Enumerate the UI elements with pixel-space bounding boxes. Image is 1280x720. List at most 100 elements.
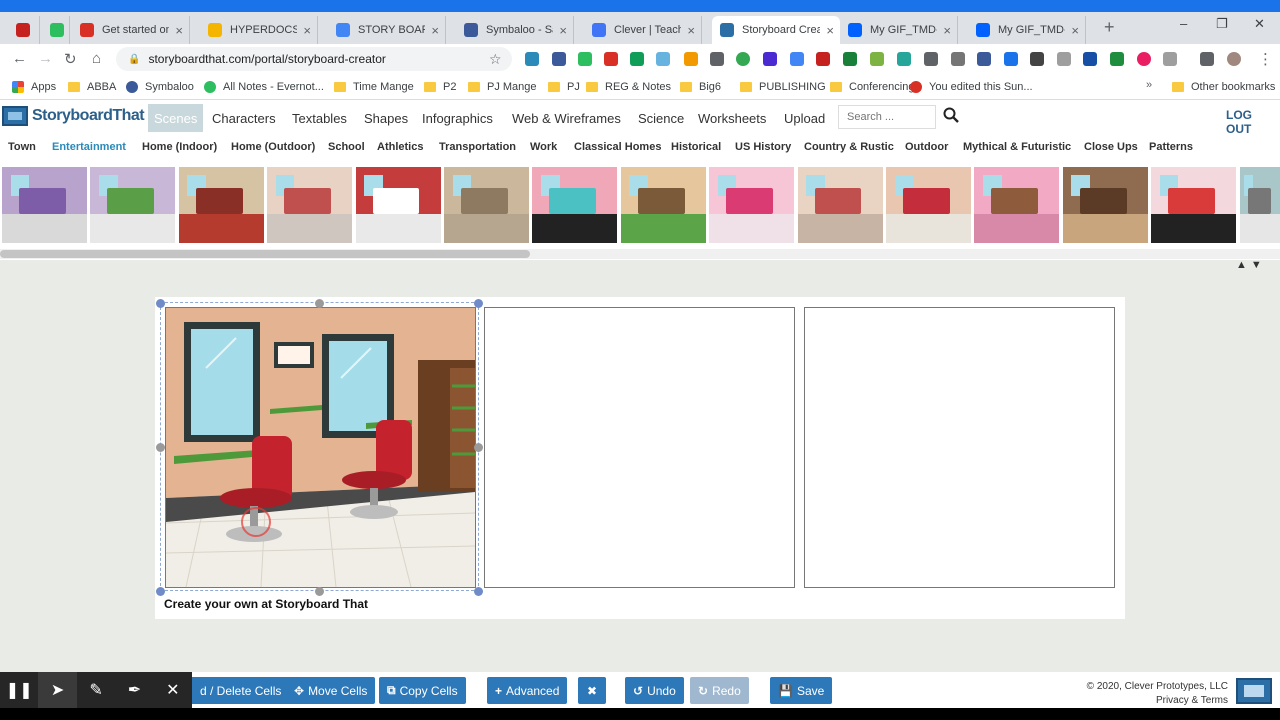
bookmark-item[interactable]: PUBLISHING [740, 79, 826, 95]
extension-icon[interactable] [525, 52, 539, 66]
bookmark-item[interactable]: PJ [548, 79, 580, 95]
restore-button[interactable]: ❐ [1216, 16, 1228, 32]
resize-handle[interactable] [156, 443, 165, 452]
close-tab-icon[interactable]: × [687, 23, 695, 38]
bookmark-item[interactable]: P2 [424, 79, 456, 95]
pen-icon[interactable]: ✎ [77, 672, 115, 708]
forward-button[interactable]: → [38, 50, 53, 67]
storyboard-cell-3[interactable] [804, 307, 1115, 588]
home-icon[interactable]: ⌂ [92, 50, 101, 67]
nav-textables[interactable]: Textables [286, 104, 353, 132]
resize-handle[interactable] [156, 587, 165, 596]
resize-handle[interactable] [156, 299, 165, 308]
extension-icon[interactable] [1110, 52, 1124, 66]
category-school[interactable]: School [328, 141, 365, 153]
bookmark-item[interactable]: REG & Notes [586, 79, 671, 95]
browser-tab[interactable]: Storyboard Crea × [712, 16, 840, 44]
browser-tab[interactable] [8, 16, 40, 44]
menu-kebab-icon[interactable]: ⋮ [1258, 50, 1273, 68]
category-transportation[interactable]: Transportation [439, 141, 516, 153]
extension-icon[interactable] [630, 52, 644, 66]
minimize-button[interactable]: – [1180, 16, 1187, 31]
bookmarks-overflow-button[interactable]: » [1146, 79, 1152, 91]
bookmark-item[interactable]: All Notes - Evernot... [204, 79, 324, 95]
privacy-terms-link[interactable]: Privacy & Terms [1084, 694, 1228, 708]
close-tab-icon[interactable]: × [826, 23, 834, 38]
back-button[interactable]: ← [12, 50, 27, 67]
scene-thumbnail[interactable] [444, 167, 529, 243]
close-tab-icon[interactable]: × [303, 23, 311, 38]
extension-icon[interactable] [843, 52, 857, 66]
extension-icon[interactable] [1083, 52, 1097, 66]
scene-thumbnail[interactable] [355, 167, 441, 243]
bookmark-item[interactable]: Time Mange [334, 79, 414, 95]
category-country-rustic[interactable]: Country & Rustic [804, 141, 894, 153]
scene-thumbnail[interactable] [1239, 167, 1280, 243]
storyboardthat-logo-icon[interactable] [1236, 678, 1272, 704]
resize-handle[interactable] [315, 587, 324, 596]
move-cells-button[interactable]: ✥ Move Cells [286, 677, 376, 704]
extension-icon[interactable] [1137, 52, 1151, 66]
other-bookmarks[interactable]: Other bookmarks [1172, 79, 1275, 95]
extension-icon[interactable] [1030, 52, 1044, 66]
nav-shapes[interactable]: Shapes [358, 104, 414, 132]
bookmark-item[interactable]: Conferencing [830, 79, 914, 95]
address-bar[interactable]: 🔒 storyboardthat.com/portal/storyboard-c… [116, 47, 512, 71]
category-home-outdoor-[interactable]: Home (Outdoor) [231, 141, 315, 153]
bookmark-item[interactable]: Apps [12, 79, 56, 95]
scene-thumbnail[interactable] [267, 167, 353, 243]
extension-icon[interactable] [1163, 52, 1177, 66]
extension-icon[interactable] [897, 52, 911, 66]
resize-handle[interactable] [474, 299, 483, 308]
scene-thumbnail[interactable] [709, 167, 795, 243]
browser-tab[interactable]: Clever | Teacher × [584, 16, 702, 44]
category-historical[interactable]: Historical [671, 141, 721, 153]
nav-worksheets[interactable]: Worksheets [692, 104, 772, 132]
browser-tab[interactable]: HYPERDOCS - Go × [200, 16, 318, 44]
category-town[interactable]: Town [8, 141, 36, 153]
advanced-button[interactable]: + Advanced [487, 677, 568, 704]
scene-thumbnail[interactable] [620, 167, 706, 243]
scene-thumbnail[interactable] [886, 167, 971, 243]
media-control-icon[interactable] [1200, 52, 1214, 66]
scene-thumbnail[interactable] [178, 167, 264, 243]
scene-thumbnail[interactable] [532, 167, 618, 243]
extension-icon[interactable] [710, 52, 724, 66]
extension-icon[interactable] [552, 52, 566, 66]
close-window-button[interactable]: ✕ [1254, 16, 1265, 32]
extension-icon[interactable] [1057, 52, 1071, 66]
extension-icon[interactable] [816, 52, 830, 66]
highlighter-icon[interactable]: ✒ [115, 672, 153, 708]
scene-thumbnail[interactable] [2, 167, 87, 243]
browser-tab[interactable]: My GIF_TMD-1.n × [968, 16, 1086, 44]
category-mythical-futuristic[interactable]: Mythical & Futuristic [963, 141, 1071, 153]
category-athletics[interactable]: Athletics [377, 141, 423, 153]
new-tab-button[interactable]: + [1104, 17, 1115, 38]
extension-icon[interactable] [684, 52, 698, 66]
resize-handle[interactable] [474, 443, 483, 452]
resize-handle[interactable] [474, 587, 483, 596]
extension-icon[interactable] [951, 52, 965, 66]
fullscreen-button[interactable]: ✖ [578, 677, 606, 704]
scene-thumbnail[interactable] [1062, 167, 1148, 243]
close-tab-icon[interactable]: × [431, 23, 439, 38]
browser-tab[interactable]: Symbaloo - Save × [456, 16, 574, 44]
category-us-history[interactable]: US History [735, 141, 791, 153]
extension-icon[interactable] [977, 52, 991, 66]
nav-characters[interactable]: Characters [206, 104, 282, 132]
bookmark-item[interactable]: Symbaloo [126, 79, 194, 95]
search-icon[interactable] [943, 107, 959, 123]
category-patterns[interactable]: Patterns [1149, 141, 1193, 153]
close-tab-icon[interactable]: × [943, 23, 951, 38]
bookmark-item[interactable]: ABBA [68, 79, 116, 95]
extension-icon[interactable] [656, 52, 670, 66]
extension-icon[interactable] [604, 52, 618, 66]
nav-infographics[interactable]: Infographics [416, 104, 499, 132]
bookmark-item[interactable]: Big6 [680, 79, 721, 95]
reload-button[interactable]: ↻ [64, 50, 77, 68]
add-delete-cells-button[interactable]: d / Delete Cells [192, 677, 290, 704]
storyboard-cell-2[interactable] [484, 307, 795, 588]
collapse-library-arrows[interactable]: ▲▼ [1236, 259, 1266, 271]
storyboardthat-logo[interactable]: StoryboardThat [2, 106, 145, 126]
extension-icon[interactable] [924, 52, 938, 66]
